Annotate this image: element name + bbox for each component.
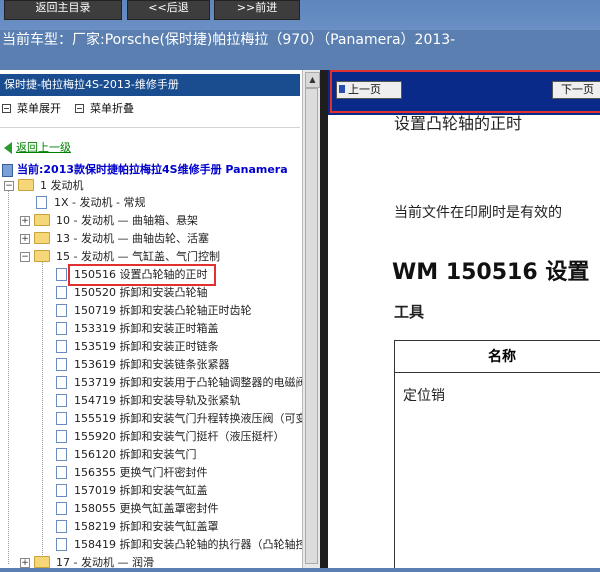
tree-item-label: 156355 更换气门杆密封件: [74, 466, 208, 479]
document-icon: [56, 339, 67, 353]
tree-item-label: 1X - 发动机 - 常规: [54, 196, 146, 209]
tree-item[interactable]: 150719 拆卸和安装凸轮轴正时齿轮: [56, 302, 252, 320]
document-icon: [56, 519, 67, 533]
document-icon: [56, 429, 67, 443]
scroll-up-icon[interactable]: ▲: [305, 72, 320, 88]
tree-scrollbar[interactable]: ▲: [302, 70, 320, 568]
scroll-thumb[interactable]: [305, 88, 318, 564]
tree-item[interactable]: 158219 拆卸和安装气缸盖罩: [56, 518, 219, 536]
tree-item[interactable]: 153619 拆卸和安装链条张紧器: [56, 356, 230, 374]
document-icon: [56, 465, 67, 479]
tree-item[interactable]: 1X - 发动机 - 常规: [22, 194, 145, 212]
doc-main-heading: WM 150516 设置: [392, 260, 590, 285]
document-icon: [56, 501, 67, 515]
document-icon: [56, 321, 67, 335]
expand-toggle-icon[interactable]: +: [20, 216, 30, 226]
nav-highlight: [330, 70, 600, 113]
tree-item-label: 150520 拆卸和安装凸轮轴: [74, 286, 208, 299]
document-icon: [56, 375, 67, 389]
document-panel: 上一页 下一页 设置凸轮轴的正时 当前文件在印刷时是有效的 WM 150516 …: [328, 70, 600, 568]
tree-item-label: 158419 拆卸和安装凸轮轴的执行器（凸轮轴控: [74, 538, 307, 551]
tree-item-label: 10 - 发动机 — 曲轴箱、悬架: [56, 214, 198, 227]
folder-icon: [34, 250, 50, 262]
tree-item[interactable]: 156355 更换气门杆密封件: [56, 464, 208, 482]
home-button[interactable]: 返回主目录: [4, 0, 122, 20]
tree-item[interactable]: 155920 拆卸和安装气门挺杆（液压挺杆）: [56, 428, 285, 446]
tree-item[interactable]: 158055 更换气缸盖罩密封件: [56, 500, 219, 518]
tree-item-label: 153319 拆卸和安装正时箱盖: [74, 322, 219, 335]
tree-item[interactable]: 153719 拆卸和安装用于凸轮轴调整器的电磁阀: [56, 374, 307, 392]
document-icon: [56, 285, 67, 299]
tree-item-label: 17 - 发动机 — 润滑: [56, 556, 154, 569]
tree-item[interactable]: 157019 拆卸和安装气缸盖: [56, 482, 208, 500]
tree-item-label: 153519 拆卸和安装正时链条: [74, 340, 219, 353]
collapse-toggle-icon[interactable]: −: [20, 252, 30, 262]
tree-item[interactable]: 156120 拆卸和安装气门: [56, 446, 197, 464]
doc-section-label: 工具: [394, 303, 425, 321]
document-icon: [56, 357, 67, 371]
car-model-line: 当前车型：厂家:Porsche(保时捷)帕拉梅拉（970）（Panamera）2…: [2, 32, 456, 48]
left-panel: 保时捷-帕拉梅拉4S-2013-维修手册 菜单展开 菜单折叠 返回上一级 当前:…: [0, 70, 307, 569]
tree-item-label: 156120 拆卸和安装气门: [74, 448, 197, 461]
doc-notice: 当前文件在印刷时是有效的: [394, 205, 562, 221]
expand-toggle-icon[interactable]: +: [20, 558, 30, 568]
doc-subheading: 设置凸轮轴的正时: [394, 114, 523, 133]
tree-item[interactable]: + 17 - 发动机 — 润滑: [20, 554, 154, 572]
document-icon: [56, 267, 67, 281]
forward-button[interactable]: >>前进: [214, 0, 300, 20]
document-icon: [36, 195, 47, 209]
tree-item-label: 15 - 发动机 — 气缸盖、气门控制: [56, 250, 220, 263]
tree-item[interactable]: 153319 拆卸和安装正时箱盖: [56, 320, 219, 338]
tree-item-label: 157019 拆卸和安装气缸盖: [74, 484, 208, 497]
document-icon: [56, 447, 67, 461]
folder-icon: [34, 214, 50, 226]
folder-icon: [18, 179, 34, 191]
selection-highlight: [68, 264, 216, 286]
tree-item[interactable]: 150520 拆卸和安装凸轮轴: [56, 284, 208, 302]
table-header: 名称: [395, 341, 600, 373]
tree-item[interactable]: 155519 拆卸和安装气门升程转换液压阀（可变: [56, 410, 307, 428]
back-button[interactable]: <<后退: [127, 0, 210, 20]
tree-node-engine[interactable]: − 1 发动机: [4, 177, 84, 195]
panel-splitter[interactable]: [320, 70, 328, 568]
page-navigation: 上一页 下一页: [328, 70, 600, 115]
top-toolbar: 返回主目录 <<后退 >>前进: [0, 0, 600, 30]
document-icon: [56, 483, 67, 497]
folder-icon: [34, 232, 50, 244]
document-icon: [56, 537, 67, 551]
document-icon: [56, 411, 67, 425]
tree-item[interactable]: 153519 拆卸和安装正时链条: [56, 338, 219, 356]
collapse-toggle-icon[interactable]: −: [4, 181, 14, 191]
tree-node-label: 1 发动机: [40, 179, 84, 192]
tree-item[interactable]: + 13 - 发动机 — 曲轴齿轮、活塞: [20, 230, 209, 248]
manual-tree: − 1 发动机 1X - 发动机 - 常规 + 10 - 发动机 — 曲轴箱、悬…: [0, 70, 307, 569]
tree-item[interactable]: 158419 拆卸和安装凸轮轴的执行器（凸轮轴控: [56, 536, 307, 554]
tree-guide-line: [42, 255, 43, 563]
tools-table: 名称 定位销: [394, 340, 600, 568]
tree-item[interactable]: + 10 - 发动机 — 曲轴箱、悬架: [20, 212, 198, 230]
table-cell: 定位销: [403, 388, 445, 404]
folder-icon: [34, 556, 50, 568]
tree-item-label: 150719 拆卸和安装凸轮轴正时齿轮: [74, 304, 252, 317]
tree-item-label: 155920 拆卸和安装气门挺杆（液压挺杆）: [74, 430, 285, 443]
expand-toggle-icon[interactable]: +: [20, 234, 30, 244]
tree-item-label: 153719 拆卸和安装用于凸轮轴调整器的电磁阀: [74, 376, 307, 389]
document-icon: [56, 303, 67, 317]
tree-item-label: 158219 拆卸和安装气缸盖罩: [74, 520, 219, 533]
tree-item-label: 153619 拆卸和安装链条张紧器: [74, 358, 230, 371]
tree-item-label: 13 - 发动机 — 曲轴齿轮、活塞: [56, 232, 209, 245]
tree-item[interactable]: 154719 拆卸和安装导轨及张紧轨: [56, 392, 241, 410]
document-icon: [56, 393, 67, 407]
tree-item-label: 158055 更换气缸盖罩密封件: [74, 502, 219, 515]
tree-guide-line: [8, 186, 9, 564]
tree-item-label: 155519 拆卸和安装气门升程转换液压阀（可变: [74, 412, 307, 425]
tree-item-label: 154719 拆卸和安装导轨及张紧轨: [74, 394, 241, 407]
